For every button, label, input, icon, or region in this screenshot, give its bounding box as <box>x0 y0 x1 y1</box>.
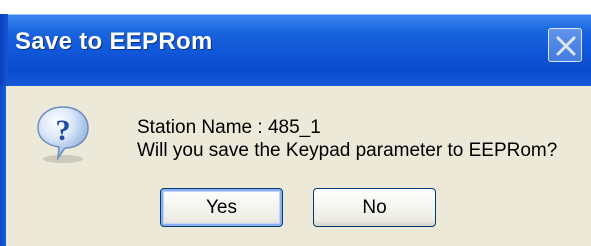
yes-button[interactable]: Yes <box>160 188 283 227</box>
window-frame-edge <box>0 14 8 86</box>
title-bar[interactable]: Save to EEPRom <box>0 0 591 86</box>
no-button[interactable]: No <box>313 188 436 227</box>
confirm-question-text: Will you save the Keypad parameter to EE… <box>137 140 558 161</box>
svg-text:?: ? <box>56 114 71 147</box>
close-icon <box>556 36 576 56</box>
dialog-title: Save to EEPRom <box>15 28 213 55</box>
question-icon: ? <box>32 103 94 165</box>
save-to-eeprom-dialog: Save to EEPRom ? Station Name : 485_1 Wi… <box>0 0 591 246</box>
station-name-text: Station Name : 485_1 <box>137 117 321 138</box>
close-button[interactable] <box>548 28 582 62</box>
window-frame-left <box>0 86 6 246</box>
dialog-message: Station Name : 485_1 Will you save the K… <box>137 116 557 162</box>
